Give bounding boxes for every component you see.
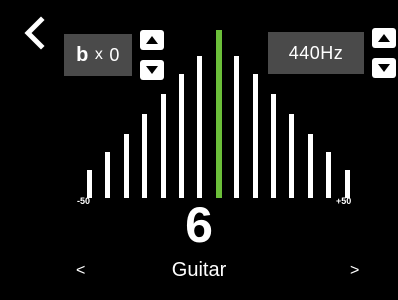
frequency-down-button[interactable] xyxy=(372,58,396,78)
chevron-left-icon xyxy=(24,16,45,50)
meter-bar xyxy=(160,94,166,198)
meter-bar xyxy=(105,152,111,198)
meter-bar xyxy=(271,94,276,198)
triangle-up-icon xyxy=(378,34,390,42)
meter-bar xyxy=(87,170,92,198)
meter-bar xyxy=(252,74,258,198)
meter-bar xyxy=(179,74,184,198)
meter-needle-bar xyxy=(215,30,222,198)
string-number: 6 xyxy=(185,197,213,253)
meter-bar xyxy=(123,134,129,198)
frequency-up-button[interactable] xyxy=(372,28,396,48)
tuning-meter xyxy=(80,30,360,198)
meter-bar xyxy=(326,152,332,198)
meter-bar xyxy=(344,170,350,198)
meter-bar xyxy=(142,114,148,198)
meter-bar xyxy=(197,56,203,198)
back-button[interactable] xyxy=(22,16,46,50)
meter-bar xyxy=(307,134,313,198)
meter-bar xyxy=(234,56,240,198)
triangle-down-icon xyxy=(378,64,390,72)
meter-bar xyxy=(289,114,295,198)
next-tuning-button[interactable]: > xyxy=(350,262,359,280)
tuning-type-label: Guitar xyxy=(171,259,227,281)
